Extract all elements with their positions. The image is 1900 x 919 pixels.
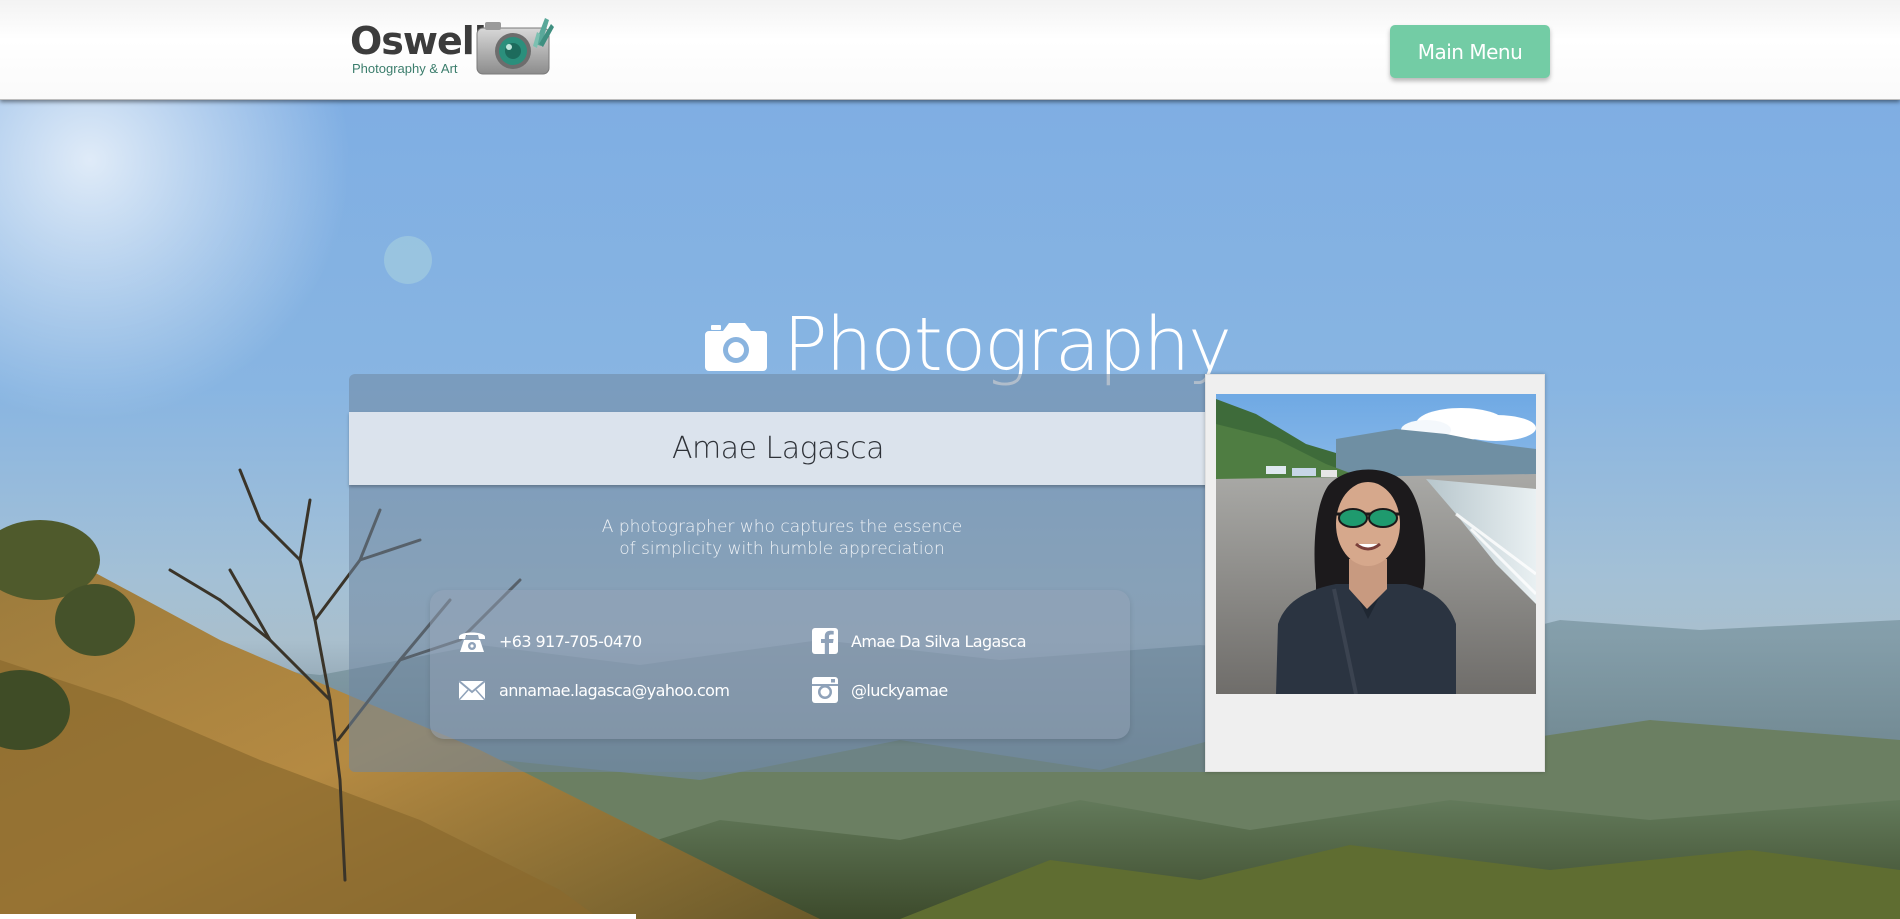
site-logo[interactable]: Oswell Photography & Art: [348, 14, 556, 80]
instagram-icon: [812, 677, 838, 703]
profile-card: Amae Lagasca A photographer who captures…: [349, 374, 1207, 772]
contact-instagram[interactable]: @luckyamae: [809, 676, 948, 704]
camera-icon: [705, 323, 767, 371]
contact-email[interactable]: annamae.lagasca@yahoo.com: [457, 676, 730, 704]
facebook-name: Amae Da Silva Lagasca: [851, 631, 1027, 651]
logo-camera-icon: [476, 18, 554, 75]
contact-box: +63 917-705-0470 Amae Da Silva Lagasca a…: [430, 590, 1130, 739]
logo-wordmark: Oswell: [350, 19, 487, 63]
facebook-icon: [812, 628, 838, 654]
email-address: annamae.lagasca@yahoo.com: [499, 680, 730, 700]
photographer-name: Amae Lagasca: [671, 431, 885, 466]
page-title: Photography: [705, 302, 1232, 388]
contact-facebook[interactable]: Amae Da Silva Lagasca: [809, 627, 1027, 655]
phone-number: +63 917-705-0470: [499, 631, 642, 651]
portrait-image: [1216, 394, 1536, 694]
hero-section: Photography Amae Lagasca A photographer …: [0, 100, 1900, 919]
logo-tagline: Photography & Art: [352, 61, 458, 76]
name-bar: Amae Lagasca: [349, 412, 1207, 485]
main-menu-button[interactable]: Main Menu: [1390, 25, 1550, 78]
tagline-line-1: A photographer who captures the essence: [601, 517, 963, 537]
bottom-progress-strip: [0, 914, 636, 919]
profile-photo: [1216, 394, 1536, 694]
envelope-icon: [458, 680, 486, 701]
phone-icon: [459, 632, 485, 652]
instagram-handle: @luckyamae: [851, 680, 948, 700]
site-header: Oswell Photography & Art Main Menu: [0, 0, 1900, 100]
tagline-line-2: of simplicity with humble appreciation: [619, 539, 945, 559]
contact-phone[interactable]: +63 917-705-0470: [457, 627, 642, 655]
profile-photo-frame: [1205, 374, 1545, 772]
page-title-text: Photography: [783, 302, 1232, 388]
photographer-tagline: A photographer who captures the essence …: [349, 516, 1215, 560]
